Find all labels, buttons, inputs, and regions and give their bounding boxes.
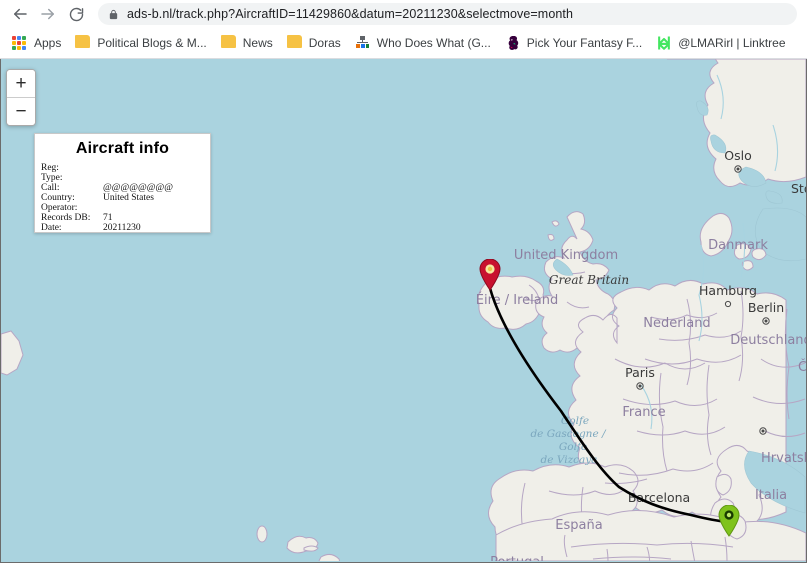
back-icon[interactable] xyxy=(6,0,34,28)
map-label: Danmark xyxy=(708,238,768,253)
org-chart-icon xyxy=(355,35,371,51)
map-label: Portugal xyxy=(490,555,544,561)
apps-grid-icon xyxy=(12,35,28,51)
map-label: تونس xyxy=(717,560,743,561)
info-value xyxy=(103,173,204,183)
aircraft-info-table: Reg: Type: Call: @@@@@@@@ Country: Unite… xyxy=(41,163,204,233)
map-label: Berlin xyxy=(748,300,784,315)
info-key: Call: xyxy=(41,183,60,193)
info-key: Reg: xyxy=(41,163,59,173)
info-value: 20211230 xyxy=(103,223,141,233)
url-text: ads-b.nl/track.php?AircraftID=11429860&d… xyxy=(127,7,574,21)
info-row-reg: Reg: xyxy=(41,163,204,173)
reload-icon[interactable] xyxy=(62,0,90,28)
map-label: España xyxy=(555,518,602,533)
info-row-country: Country: United States xyxy=(41,193,204,203)
map-label: Paris xyxy=(625,365,655,380)
zoom-in-button[interactable]: + xyxy=(7,70,35,98)
bookmark-label: Doras xyxy=(308,36,341,50)
bookmark-label: Who Does What (G... xyxy=(376,36,491,50)
info-row-date: Date: 20211230 xyxy=(41,223,204,233)
map-canvas[interactable]: .land { fill:#f0efe9; stroke:#b6a6c4; st… xyxy=(0,59,807,563)
map-label: Hamburg xyxy=(699,283,757,298)
lock-icon xyxy=(108,8,119,21)
bookmark-label: Pick Your Fantasy F... xyxy=(526,36,643,50)
info-key: Type: xyxy=(41,173,63,183)
flight-end-marker[interactable] xyxy=(718,505,740,537)
map-label: Éire / Ireland xyxy=(476,292,559,308)
info-row-type: Type: xyxy=(41,173,204,183)
linktree-icon xyxy=(656,35,672,51)
map-label: Great Britain xyxy=(549,273,629,287)
map-label: Hrvatska xyxy=(761,451,806,466)
info-value xyxy=(103,163,204,173)
info-value: United States xyxy=(103,193,154,203)
folder-icon xyxy=(221,35,237,51)
info-row-operator: Operator: xyxy=(41,203,204,213)
bookmark-political-blogs[interactable]: Political Blogs & M... xyxy=(69,31,212,55)
info-key: Country: xyxy=(41,193,75,203)
info-row-records-db: Records DB: 71 xyxy=(41,213,204,223)
bookmark-news[interactable]: News xyxy=(215,31,279,55)
map-label: France xyxy=(622,405,665,420)
folder-icon xyxy=(287,35,303,51)
forward-icon[interactable] xyxy=(34,0,62,28)
map-label: Česko xyxy=(798,359,806,375)
info-row-call: Call: @@@@@@@@ xyxy=(41,183,204,193)
aircraft-info-panel: Aircraft info Reg: Type: Call: @@@@@@@@ xyxy=(34,133,211,233)
browser-chrome: ads-b.nl/track.php?AircraftID=11429860&d… xyxy=(0,0,807,59)
map-label: de Gascogne / xyxy=(530,428,607,440)
browser-window: ads-b.nl/track.php?AircraftID=11429860&d… xyxy=(0,0,807,563)
bookmarks-bar: Apps Political Blogs & M... News Doras W… xyxy=(0,28,807,59)
map-label: de Vizcaya xyxy=(541,454,598,466)
info-value: 71 xyxy=(103,213,113,223)
folder-icon xyxy=(75,35,91,51)
bookmark-apps[interactable]: Apps xyxy=(6,31,67,55)
info-value: @@@@@@@@ xyxy=(103,183,173,193)
map-label: Italia xyxy=(755,488,787,503)
bookmark-doras[interactable]: Doras xyxy=(281,31,347,55)
premier-league-icon xyxy=(505,35,521,51)
map-label: Oslo xyxy=(724,148,751,163)
bookmark-label: Political Blogs & M... xyxy=(97,36,207,50)
info-key: Operator: xyxy=(41,203,78,213)
bookmark-linktree[interactable]: @LMARirl | Linktree xyxy=(650,31,791,55)
bookmark-label: @LMARirl | Linktree xyxy=(678,36,786,50)
bookmark-label: News xyxy=(242,36,273,50)
flight-start-marker[interactable] xyxy=(479,259,501,291)
bookmark-who-does-what[interactable]: Who Does What (G... xyxy=(349,31,497,55)
info-key: Records DB: xyxy=(41,213,91,223)
info-value xyxy=(103,203,204,213)
map-label: Deutschland xyxy=(730,333,806,348)
map-label: Nederland xyxy=(643,316,710,331)
bookmark-label: Apps xyxy=(34,36,62,50)
bookmark-fantasy-football[interactable]: Pick Your Fantasy F... xyxy=(499,31,648,55)
map-zoom-controls: + − xyxy=(6,69,36,126)
zoom-out-button[interactable]: − xyxy=(7,98,35,125)
aircraft-info-title: Aircraft info xyxy=(75,140,170,157)
info-key: Date: xyxy=(41,223,62,233)
navigation-toolbar: ads-b.nl/track.php?AircraftID=11429860&d… xyxy=(0,0,807,28)
address-bar[interactable]: ads-b.nl/track.php?AircraftID=11429860&d… xyxy=(98,3,797,25)
map-label: United Kingdom xyxy=(514,248,618,263)
map-label: Sto xyxy=(791,181,806,196)
